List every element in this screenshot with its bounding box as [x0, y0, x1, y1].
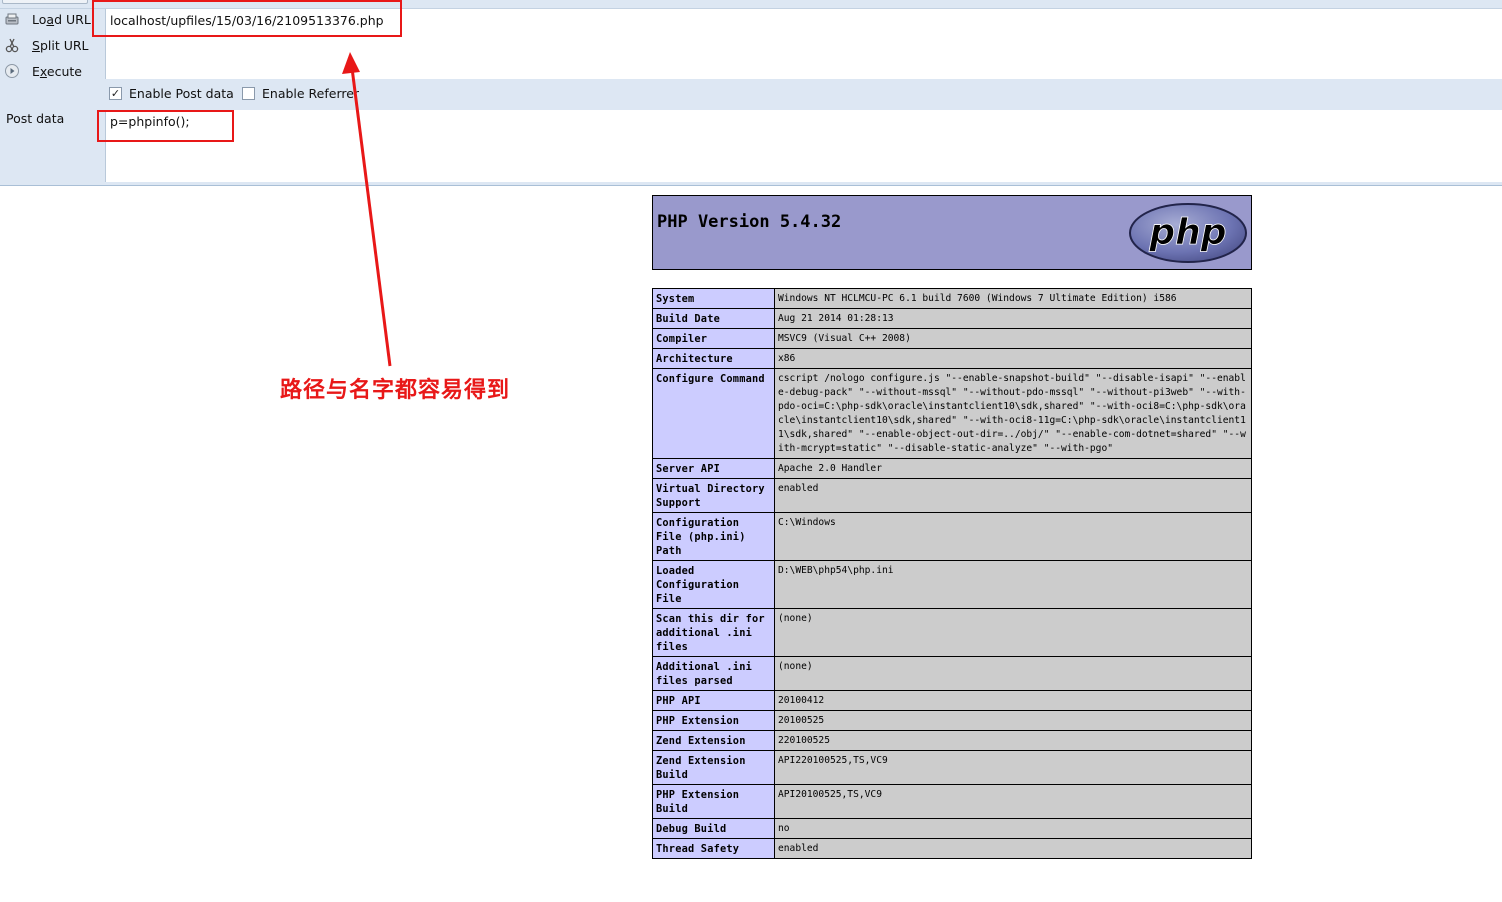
hackbar-tab[interactable]	[2, 0, 88, 4]
table-row: Additional .ini files parsed (none)	[652, 656, 1252, 691]
split-url-label: Split URL	[32, 37, 89, 53]
phpinfo-header: PHP Version 5.4.32 php	[652, 195, 1252, 270]
table-row: PHP Extension 20100525	[652, 710, 1252, 731]
table-row: Build Date Aug 21 2014 01:28:13	[652, 308, 1252, 329]
table-row: Zend Extension 220100525	[652, 730, 1252, 751]
row-value: C:\Windows	[774, 512, 1252, 561]
enable-post-check-icon: ✓	[109, 87, 122, 100]
post-highlight-box	[97, 110, 234, 142]
php-version-title: PHP Version 5.4.32	[657, 212, 842, 232]
row-value: API20100525,TS,VC9	[774, 784, 1252, 819]
row-key: Additional .ini files parsed	[652, 656, 775, 691]
row-value: D:\WEB\php54\php.ini	[774, 560, 1252, 609]
row-key: Scan this dir for additional .ini files	[652, 608, 775, 657]
row-key: Virtual Directory Support	[652, 478, 775, 513]
row-value: 20100412	[774, 690, 1252, 711]
row-value: (none)	[774, 608, 1252, 657]
row-key: System	[652, 288, 775, 309]
row-value: enabled	[774, 478, 1252, 513]
row-value: MSVC9 (Visual C++ 2008)	[774, 328, 1252, 349]
execute-label: Execute	[32, 63, 82, 79]
row-key: Configuration File (php.ini) Path	[652, 512, 775, 561]
table-row: PHP Extension Build API20100525,TS,VC9	[652, 784, 1252, 819]
table-row: PHP API 20100412	[652, 690, 1252, 711]
load-url-label: Load URL	[32, 11, 91, 27]
row-key: Architecture	[652, 348, 775, 369]
row-value: enabled	[774, 838, 1252, 859]
row-key: Debug Build	[652, 818, 775, 839]
php-logo-icon: php	[1129, 203, 1247, 263]
enable-post-label: Enable Post data	[129, 86, 234, 101]
row-key: Compiler	[652, 328, 775, 349]
row-key: Zend Extension Build	[652, 750, 775, 785]
row-value: Aug 21 2014 01:28:13	[774, 308, 1252, 329]
row-key: Loaded Configuration File	[652, 560, 775, 609]
row-value: API220100525,TS,VC9	[774, 750, 1252, 785]
split-url-button[interactable]: Split URL	[0, 33, 89, 57]
annotation-arrow	[342, 52, 392, 367]
row-key: PHP Extension	[652, 710, 775, 731]
table-row: Scan this dir for additional .ini files(…	[652, 608, 1252, 657]
row-value: x86	[774, 348, 1252, 369]
row-value: Windows NT HCLMCU-PC 6.1 build 7600 (Win…	[774, 288, 1252, 309]
execute-button[interactable]: Execute	[0, 59, 82, 83]
enable-post-checkbox[interactable]: ✓ Enable Post data	[109, 86, 234, 101]
row-value: 20100525	[774, 710, 1252, 731]
row-key: PHP Extension Build	[652, 784, 775, 819]
row-value: cscript /nologo configure.js "--enable-s…	[774, 368, 1252, 459]
load-url-icon	[4, 11, 20, 27]
split-url-icon	[4, 37, 20, 53]
phpinfo-table: System Windows NT HCLMCU-PC 6.1 build 760…	[652, 288, 1252, 859]
table-row: Virtual Directory Support enabled	[652, 478, 1252, 513]
row-value: no	[774, 818, 1252, 839]
table-row: Thread Safety enabled	[652, 838, 1252, 859]
post-data-label: Post data	[6, 111, 65, 126]
row-value: 220100525	[774, 730, 1252, 751]
row-value: (none)	[774, 656, 1252, 691]
row-key: Zend Extension	[652, 730, 775, 751]
table-row: Configuration File (php.ini) Path C:\Wind…	[652, 512, 1252, 561]
table-row: Debug Build no	[652, 818, 1252, 839]
row-key: Thread Safety	[652, 838, 775, 859]
load-url-button[interactable]: Load URL	[0, 7, 91, 31]
annotation-text: 路径与名字都容易得到	[280, 378, 511, 403]
enable-referrer-check-icon	[242, 87, 255, 100]
execute-icon	[4, 63, 20, 79]
row-value: Apache 2.0 Handler	[774, 458, 1252, 479]
table-row: Configure Command cscript /nologo configu…	[652, 368, 1252, 459]
row-key: Server API	[652, 458, 775, 479]
table-row: Zend Extension Build API220100525,TS,VC9	[652, 750, 1252, 785]
row-key: Build Date	[652, 308, 775, 329]
post-data-input[interactable]: p=phpinfo();	[105, 110, 1502, 182]
table-row: Server API Apache 2.0 Handler	[652, 458, 1252, 479]
table-row: Compiler MSVC9 (Visual C++ 2008)	[652, 328, 1252, 349]
url-highlight-box	[92, 0, 402, 37]
table-row: Loaded Configuration File D:\WEB\php54\ph…	[652, 560, 1252, 609]
row-key: Configure Command	[652, 368, 775, 459]
table-row: Architecture x86	[652, 348, 1252, 369]
php-logo-text: php	[1148, 212, 1226, 253]
row-key: PHP API	[652, 690, 775, 711]
table-row: System Windows NT HCLMCU-PC 6.1 build 760…	[652, 288, 1252, 309]
